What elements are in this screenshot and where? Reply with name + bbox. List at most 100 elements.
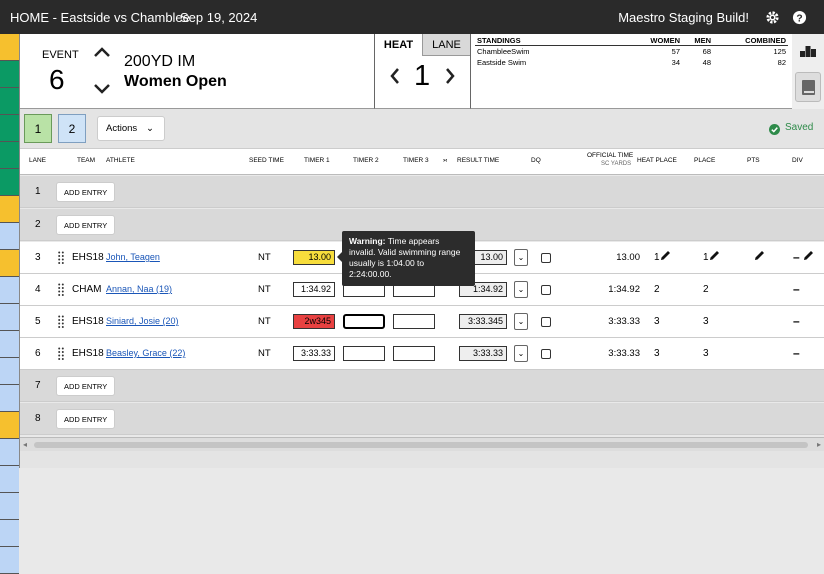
timer1-input[interactable]: 3:33.33 — [293, 346, 335, 361]
heat-place: 3 — [654, 348, 660, 359]
lane-number: 1 — [35, 186, 41, 197]
rail-cell[interactable] — [0, 34, 19, 61]
rail-cell[interactable] — [0, 304, 19, 331]
rail-cell[interactable] — [0, 115, 19, 142]
rail-cell[interactable] — [0, 196, 19, 223]
result-dropdown[interactable]: ⌄ — [514, 249, 528, 266]
rail-cell[interactable] — [0, 250, 19, 277]
help-icon[interactable]: ? — [790, 8, 808, 26]
drag-handle-icon[interactable] — [58, 251, 64, 267]
result-dropdown[interactable]: ⌄ — [514, 345, 528, 362]
add-entry-button[interactable]: ADD ENTRY — [56, 215, 116, 235]
col-pts: PTS — [747, 157, 760, 164]
rail-cell[interactable] — [0, 331, 19, 358]
dq-checkbox[interactable] — [541, 253, 551, 263]
scroll-thumb[interactable] — [34, 442, 808, 448]
horizontal-scrollbar[interactable]: ◂ ▸ — [20, 437, 824, 451]
result-time-input[interactable]: 3:33.33 — [459, 346, 507, 361]
result-dropdown[interactable]: ⌄ — [514, 313, 528, 330]
scroll-right-icon[interactable]: ▸ — [817, 440, 821, 449]
edit-div-icon[interactable] — [803, 250, 814, 264]
rail-cell[interactable] — [0, 385, 19, 412]
drag-handle-icon[interactable] — [58, 347, 64, 363]
rail-cell[interactable] — [0, 466, 19, 493]
rail-cell[interactable] — [0, 169, 19, 196]
result-dropdown[interactable]: ⌄ — [514, 281, 528, 298]
athlete-link[interactable]: Beasley, Grace (22) — [106, 348, 185, 358]
rail-cell[interactable] — [0, 520, 19, 547]
place: 3 — [703, 348, 709, 359]
lane-row: 5 EHS18 Siniard, Josie (20) NT 2w345 3:3… — [20, 306, 824, 338]
drag-handle-icon[interactable] — [58, 315, 64, 331]
athlete-link[interactable]: Siniard, Josie (20) — [106, 316, 179, 326]
combined-header: COMBINED — [745, 36, 786, 45]
timer1-input[interactable]: 13.00 — [293, 250, 335, 265]
app-title[interactable]: HOME - Eastside vs Chamblee — [10, 10, 190, 25]
timer2-input[interactable] — [343, 346, 385, 361]
book-icon[interactable] — [795, 72, 821, 102]
actions-menu[interactable]: Actions ⌄ — [97, 116, 165, 141]
edit-place-icon[interactable] — [709, 250, 720, 264]
place: 3 — [703, 316, 709, 327]
team-code: EHS18 — [72, 348, 104, 359]
rail-cell[interactable] — [0, 358, 19, 385]
add-entry-button[interactable]: ADD ENTRY — [56, 376, 116, 396]
official-time: 3:33.33 — [608, 316, 640, 327]
chevron-right-icon[interactable] — [444, 67, 456, 90]
result-time-input[interactable]: 3:33.345 — [459, 314, 507, 329]
col-seed: SEED TIME — [249, 157, 284, 164]
rail-cell[interactable] — [0, 88, 19, 115]
heat-1-button[interactable]: 1 — [24, 114, 52, 143]
dq-checkbox[interactable] — [541, 285, 551, 295]
add-entry-button[interactable]: ADD ENTRY — [56, 182, 116, 202]
tab-heat[interactable]: HEAT — [375, 34, 422, 56]
athlete-link[interactable]: John, Teagen — [106, 252, 160, 262]
rail-cell[interactable] — [0, 547, 19, 574]
footer-area — [20, 451, 824, 468]
gear-icon[interactable] — [763, 8, 781, 26]
timer2-input[interactable] — [343, 314, 385, 329]
lane-number: 4 — [35, 284, 41, 295]
timer1-input[interactable]: 2w345 — [293, 314, 335, 329]
dq-checkbox[interactable] — [541, 317, 551, 327]
col-swap-arrows[interactable]: ›‹ — [443, 157, 447, 164]
team-code: CHAM — [72, 284, 102, 295]
rail-cell[interactable] — [0, 142, 19, 169]
place: 1 — [703, 252, 709, 263]
team-name: Eastside Swim — [477, 58, 527, 67]
scroll-left-icon[interactable]: ◂ — [23, 440, 27, 449]
standings-row: ChambleeSwim 57 68 125 — [475, 46, 788, 57]
saved-status: Saved — [785, 122, 814, 133]
athlete-link[interactable]: Annan, Naa (19) — [106, 284, 172, 294]
rail-cell[interactable] — [0, 61, 19, 88]
heat-2-button[interactable]: 2 — [58, 114, 86, 143]
warning-tooltip: Warning: Time appears invalid. Valid swi… — [337, 231, 475, 286]
chevron-down-icon[interactable] — [92, 82, 112, 101]
timer3-input[interactable] — [393, 314, 435, 329]
dq-checkbox[interactable] — [541, 349, 551, 359]
drag-handle-icon[interactable] — [58, 283, 64, 299]
add-entry-button[interactable]: ADD ENTRY — [56, 409, 116, 429]
chevron-down-icon: ⌄ — [146, 123, 154, 134]
lane-row: 6 EHS18 Beasley, Grace (22) NT 3:33.33 3… — [20, 338, 824, 370]
seed-time: NT — [258, 348, 271, 359]
podium-icon[interactable] — [800, 44, 816, 62]
rail-cell[interactable] — [0, 223, 19, 250]
rail-cell[interactable] — [0, 493, 19, 520]
rail-cell[interactable] — [0, 277, 19, 304]
timer3-input[interactable] — [393, 346, 435, 361]
men-header: MEN — [694, 36, 711, 45]
edit-points-icon[interactable] — [754, 250, 765, 264]
combined-score: 125 — [773, 47, 786, 56]
men-score: 68 — [702, 47, 711, 56]
chevron-down-icon: ⌄ — [517, 317, 525, 326]
chevron-up-icon[interactable] — [92, 45, 112, 64]
timer1-input[interactable]: 1:34.92 — [293, 282, 335, 297]
rail-cell[interactable] — [0, 439, 19, 466]
edit-heat-place-icon[interactable] — [660, 250, 671, 264]
col-official-units: SC YARDS — [601, 161, 632, 167]
chevron-left-icon[interactable] — [389, 67, 401, 90]
rail-cell[interactable] — [0, 412, 19, 439]
tab-lane[interactable]: LANE — [422, 34, 470, 56]
men-score: 48 — [702, 58, 711, 67]
